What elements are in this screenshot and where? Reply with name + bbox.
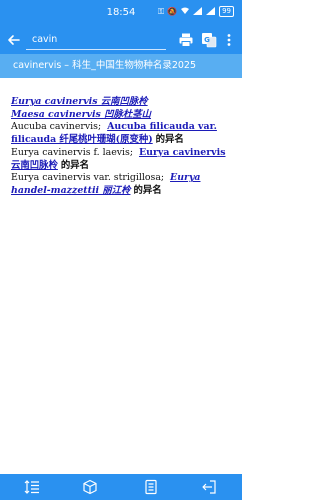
status-icons: ⚿ 🔕 99 bbox=[158, 6, 234, 17]
document-icon bbox=[145, 479, 157, 495]
exit-button[interactable] bbox=[200, 478, 218, 496]
entry-suffix: 的异名 bbox=[133, 184, 162, 196]
key-icon: ⚿ bbox=[158, 6, 165, 16]
cube-icon bbox=[83, 479, 97, 495]
svg-text:G: G bbox=[204, 36, 210, 44]
content: Eurya cavinervis 云南凹脉柃 Maesa cavinervis … bbox=[11, 96, 233, 198]
entry-link[interactable]: Maesa cavinervis 凹脉杜茎山 bbox=[11, 109, 151, 120]
translate-icon: G bbox=[202, 33, 217, 48]
back-button[interactable] bbox=[5, 31, 23, 49]
search-input[interactable]: cavin bbox=[26, 30, 166, 50]
entry-name: Aucuba cavinervis; bbox=[11, 121, 102, 133]
signal-icon-2 bbox=[206, 6, 216, 17]
entry: Eurya cavinervis f. laevis; Eurya cavine… bbox=[11, 147, 233, 172]
signal-icon bbox=[193, 6, 203, 17]
more-vert-icon bbox=[227, 34, 231, 46]
entry-name: Eurya cavinervis f. laevis; bbox=[11, 146, 134, 158]
status-bar: 18:54 ⚿ 🔕 99 bbox=[0, 0, 242, 26]
search-value: cavin bbox=[32, 34, 58, 45]
wifi-icon bbox=[180, 7, 190, 17]
entry-name: Eurya cavinervis var. strigillosa; bbox=[11, 172, 165, 184]
line-spacing-icon bbox=[24, 480, 39, 494]
entry: Maesa cavinervis 凹脉杜茎山 bbox=[11, 109, 233, 122]
battery-indicator: 99 bbox=[219, 6, 234, 17]
search-underline bbox=[26, 49, 166, 50]
document-button[interactable] bbox=[142, 478, 160, 496]
line-spacing-button[interactable] bbox=[23, 478, 41, 496]
entry-link[interactable]: Eurya cavinervis 云南凹脉柃 bbox=[11, 96, 148, 107]
cube-button[interactable] bbox=[81, 478, 99, 496]
entry: Eurya cavinervis 云南凹脉柃 bbox=[11, 96, 233, 109]
more-button[interactable] bbox=[222, 31, 236, 49]
entry: Eurya cavinervis var. strigillosa; Eurya… bbox=[11, 172, 233, 197]
entry-suffix: 的异名 bbox=[155, 134, 184, 146]
page-title: cavinervis – 科生_中国生物物种名录2025 bbox=[0, 54, 242, 78]
entry: Aucuba cavinervis; Aucuba filicauda var.… bbox=[11, 121, 233, 146]
print-button[interactable] bbox=[177, 31, 195, 49]
back-arrow-icon bbox=[8, 35, 20, 45]
exit-icon bbox=[202, 480, 216, 494]
toolbar: cavin G bbox=[0, 26, 242, 54]
bottom-bar bbox=[0, 474, 242, 500]
translate-button[interactable]: G bbox=[200, 31, 218, 49]
print-icon bbox=[179, 33, 193, 47]
entry-suffix: 的异名 bbox=[60, 159, 90, 171]
mute-icon: 🔕 bbox=[167, 7, 178, 16]
